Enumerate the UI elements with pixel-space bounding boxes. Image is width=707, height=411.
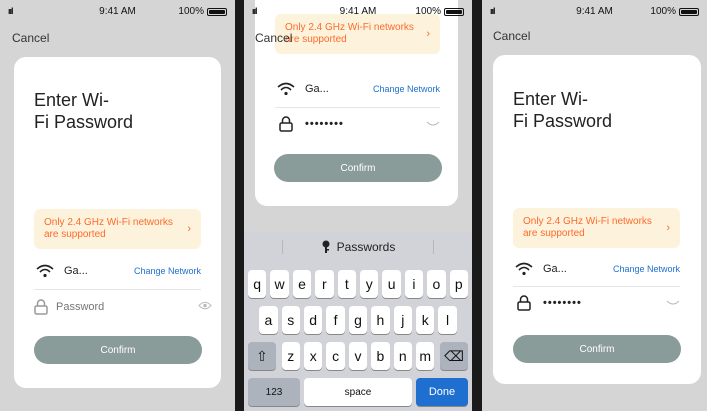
wifi-icon bbox=[275, 78, 297, 100]
key-g[interactable]: g bbox=[348, 306, 368, 334]
password-input[interactable]: •••••••• bbox=[305, 118, 426, 130]
confirm-button[interactable]: Confirm bbox=[34, 336, 202, 364]
wifi-icon bbox=[34, 260, 56, 282]
battery-icon bbox=[444, 7, 464, 16]
passwords-label: Passwords bbox=[336, 240, 396, 254]
divider bbox=[275, 107, 440, 108]
key-r[interactable]: r bbox=[315, 270, 334, 298]
eye-icon[interactable] bbox=[198, 301, 212, 313]
page-title-line-1: Enter Wi- bbox=[34, 90, 110, 110]
key-z[interactable]: z bbox=[281, 342, 300, 370]
password-input[interactable] bbox=[56, 301, 198, 313]
numbers-key[interactable]: 123 bbox=[248, 378, 300, 406]
wifi-icon bbox=[513, 258, 535, 280]
divider bbox=[513, 286, 680, 287]
delete-key[interactable]: ⌫ bbox=[440, 342, 468, 370]
battery-indicator: 100% bbox=[650, 6, 699, 17]
battery-indicator: 100% bbox=[178, 6, 227, 17]
page-title-line-2: Fi Password bbox=[513, 111, 613, 131]
network-name: Ga... bbox=[64, 265, 88, 277]
confirm-button[interactable]: Confirm bbox=[274, 154, 442, 182]
keyboard-suggestion-bar[interactable]: Passwords bbox=[244, 232, 472, 262]
password-card: Enter Wi- Fi Password Only 2.4 GHz Wi-Fi… bbox=[14, 57, 221, 388]
change-network-link[interactable]: Change Network bbox=[613, 264, 680, 274]
chevron-right-icon: › bbox=[666, 222, 670, 234]
password-input[interactable]: •••••••• bbox=[543, 297, 666, 309]
key-w[interactable]: w bbox=[270, 270, 289, 298]
cancel-button[interactable]: Cancel bbox=[493, 29, 530, 43]
lock-icon bbox=[34, 296, 48, 318]
frequency-warning-banner[interactable]: Only 2.4 GHz Wi-Fi networks are supporte… bbox=[34, 209, 201, 249]
key-y[interactable]: y bbox=[360, 270, 379, 298]
key-k[interactable]: k bbox=[416, 306, 435, 334]
space-key[interactable]: space bbox=[304, 378, 412, 406]
change-network-link[interactable]: Change Network bbox=[373, 84, 440, 94]
status-bar: ııl 9:41 AM 100% bbox=[0, 0, 235, 22]
lock-icon bbox=[513, 292, 535, 314]
page-title: Enter Wi- Fi Password bbox=[34, 89, 154, 133]
battery-label: 100% bbox=[178, 6, 204, 17]
done-key[interactable]: Done bbox=[416, 378, 468, 406]
password-row: •••••••• bbox=[275, 109, 440, 139]
key-m[interactable]: m bbox=[416, 342, 435, 370]
keyboard: Passwords q w e r t y u i o p a s d f g h j k l ⇧ z x c v b n m ⌫ 12… bbox=[244, 232, 472, 411]
key-o[interactable]: o bbox=[427, 270, 446, 298]
key-b[interactable]: b bbox=[371, 342, 390, 370]
key-i[interactable]: i bbox=[404, 270, 424, 298]
key-q[interactable]: q bbox=[248, 270, 267, 298]
battery-icon bbox=[207, 7, 227, 16]
key-x[interactable]: x bbox=[304, 342, 323, 370]
key-j[interactable]: j bbox=[393, 306, 412, 334]
key-d[interactable]: d bbox=[304, 306, 323, 334]
battery-label: 100% bbox=[415, 6, 441, 17]
eye-closed-icon[interactable] bbox=[426, 119, 440, 130]
key-e[interactable]: e bbox=[292, 270, 312, 298]
network-row: Ga... Change Network bbox=[34, 256, 201, 286]
key-l[interactable]: l bbox=[438, 306, 457, 334]
change-network-link[interactable]: Change Network bbox=[134, 266, 201, 276]
key-u[interactable]: u bbox=[382, 270, 401, 298]
page-title-line-2: Fi Password bbox=[34, 112, 134, 132]
screen-password-typing: Only 2.4 GHz Wi-Fi networks are supporte… bbox=[244, 0, 472, 411]
network-row: Ga... Change Network bbox=[513, 254, 680, 284]
chevron-right-icon: › bbox=[187, 223, 191, 235]
key-p[interactable]: p bbox=[449, 270, 468, 298]
key-f[interactable]: f bbox=[326, 306, 345, 334]
screen-password-filled: ııl 9:41 AM 100% Cancel Enter Wi- Fi Pas… bbox=[482, 0, 707, 411]
battery-icon bbox=[679, 7, 699, 16]
confirm-button[interactable]: Confirm bbox=[513, 335, 681, 363]
network-name: Ga... bbox=[305, 83, 329, 95]
key-n[interactable]: n bbox=[393, 342, 412, 370]
password-row bbox=[34, 292, 212, 322]
cancel-button[interactable]: Cancel bbox=[255, 31, 292, 45]
cancel-button[interactable]: Cancel bbox=[12, 31, 49, 45]
key-c[interactable]: c bbox=[326, 342, 345, 370]
network-name: Ga... bbox=[543, 263, 567, 275]
warning-text: Only 2.4 GHz Wi-Fi networks are supporte… bbox=[44, 217, 173, 240]
password-row: •••••••• bbox=[513, 288, 680, 318]
lock-icon bbox=[275, 113, 297, 135]
battery-label: 100% bbox=[650, 6, 676, 17]
warning-text: Only 2.4 GHz Wi-Fi networks are supporte… bbox=[285, 22, 414, 45]
page-title-line-1: Enter Wi- bbox=[513, 89, 589, 109]
shift-key[interactable]: ⇧ bbox=[248, 342, 276, 370]
screen-password-empty: ııl 9:41 AM 100% Cancel Enter Wi- Fi Pas… bbox=[0, 0, 235, 411]
page-title: Enter Wi- Fi Password bbox=[513, 88, 633, 132]
password-card: Enter Wi- Fi Password Only 2.4 GHz Wi-Fi… bbox=[493, 55, 701, 384]
key-s[interactable]: s bbox=[281, 306, 300, 334]
key-icon bbox=[322, 240, 330, 253]
warning-text: Only 2.4 GHz Wi-Fi networks are supporte… bbox=[523, 216, 652, 239]
chevron-right-icon: › bbox=[426, 28, 430, 40]
frequency-warning-banner[interactable]: Only 2.4 GHz Wi-Fi networks are supporte… bbox=[513, 208, 680, 248]
key-v[interactable]: v bbox=[348, 342, 368, 370]
key-a[interactable]: a bbox=[259, 306, 278, 334]
key-h[interactable]: h bbox=[371, 306, 390, 334]
status-bar: ııl 9:41 AM 100% bbox=[244, 0, 472, 22]
divider bbox=[34, 289, 201, 290]
status-bar: ııl 9:41 AM 100% bbox=[482, 0, 707, 22]
eye-closed-icon[interactable] bbox=[666, 298, 680, 309]
battery-indicator: 100% bbox=[415, 6, 464, 17]
network-row: Ga... Change Network bbox=[275, 74, 440, 104]
key-t[interactable]: t bbox=[337, 270, 356, 298]
